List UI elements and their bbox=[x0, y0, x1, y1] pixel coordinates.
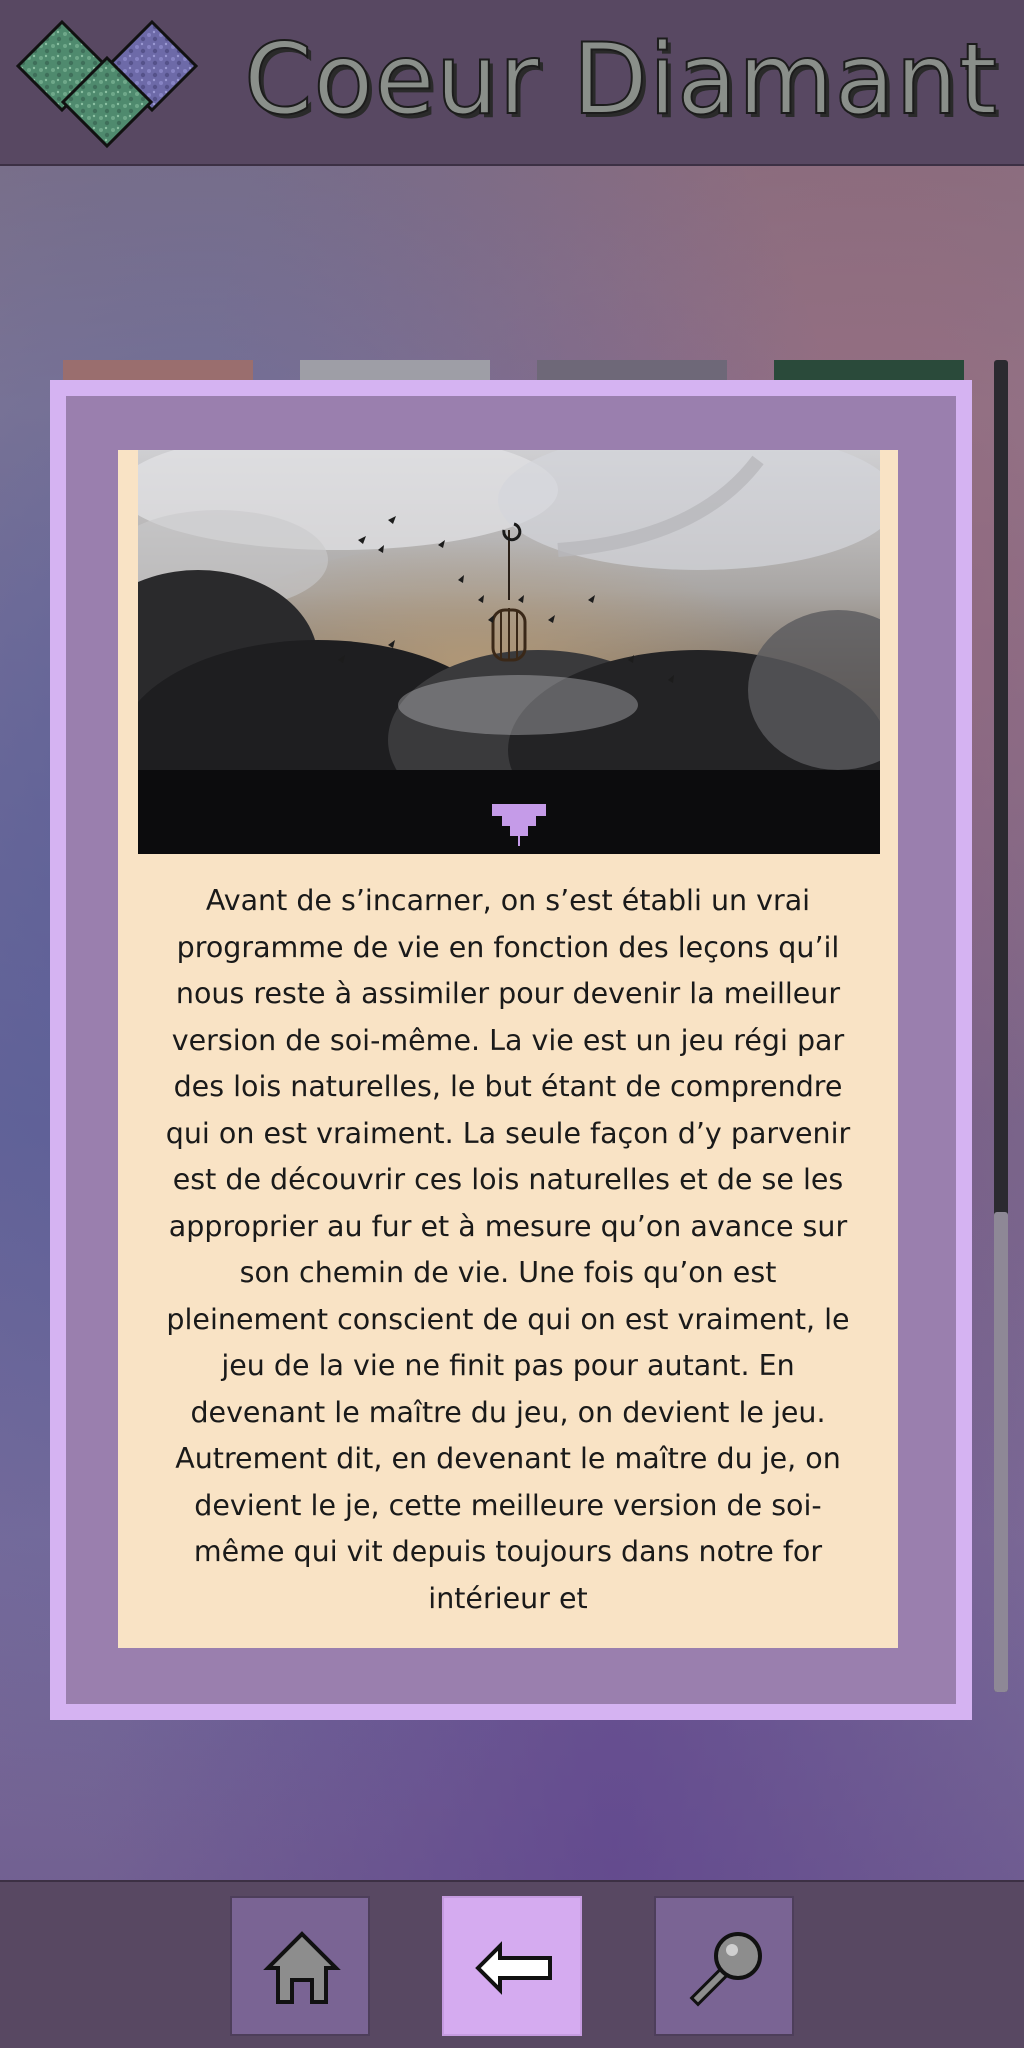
dialog-frame: Avant de s’incarner, on s’est établi un … bbox=[66, 396, 956, 1704]
home-icon bbox=[263, 1931, 341, 2004]
magnifier-icon bbox=[689, 1932, 762, 2007]
back-button[interactable] bbox=[442, 1896, 582, 2036]
app-title: Coeur Diamant bbox=[243, 22, 999, 138]
triangle-down-icon[interactable] bbox=[490, 802, 548, 848]
content-panel: Avant de s’incarner, on s’est établi un … bbox=[118, 450, 898, 1648]
content-dialog: Avant de s’incarner, on s’est établi un … bbox=[50, 380, 972, 1720]
diamond-heart-logo-icon bbox=[14, 18, 200, 150]
arrow-left-icon bbox=[475, 1941, 552, 1995]
bottom-navigation bbox=[0, 1880, 1024, 2048]
search-button[interactable] bbox=[654, 1896, 794, 2036]
scrollbar-track[interactable] bbox=[994, 360, 1008, 1692]
scene-illustration bbox=[138, 450, 880, 854]
home-button[interactable] bbox=[230, 1896, 370, 2036]
scrollbar-thumb[interactable] bbox=[994, 1212, 1008, 1692]
app-header: Coeur Diamant bbox=[0, 0, 1024, 166]
story-paragraph: Avant de s’incarner, on s’est établi un … bbox=[165, 884, 851, 1615]
